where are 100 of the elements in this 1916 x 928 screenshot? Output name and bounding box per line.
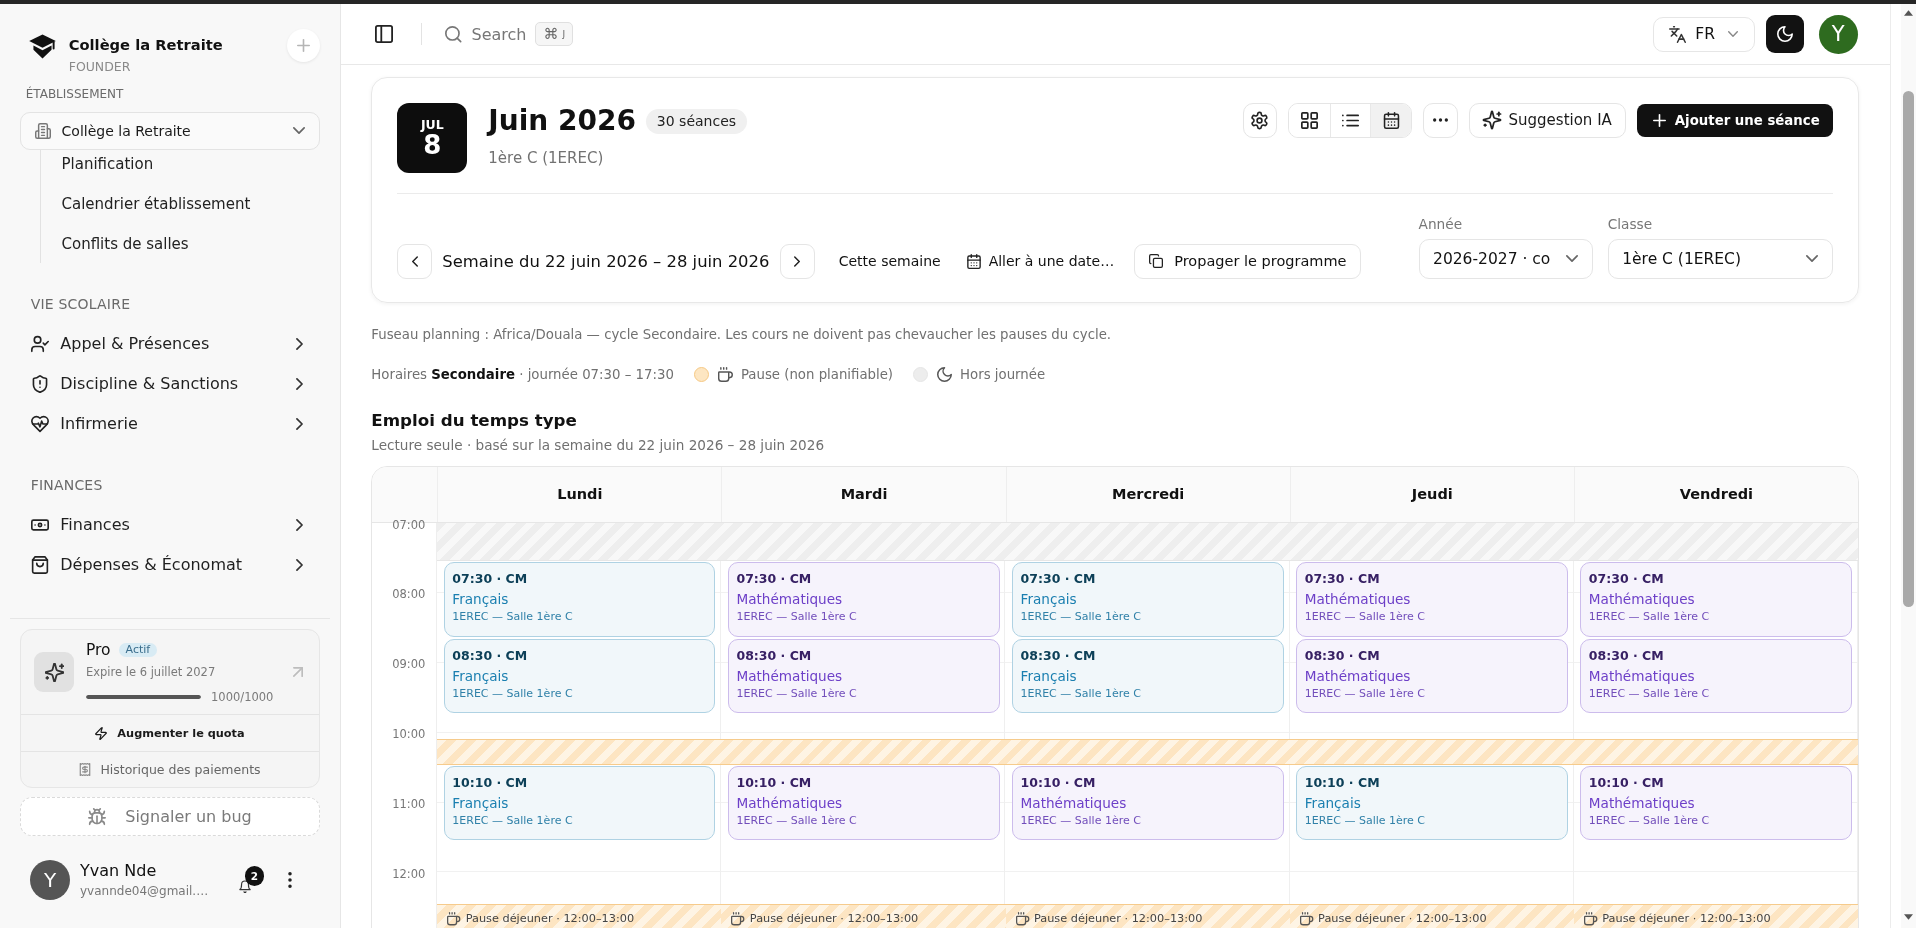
nav-link[interactable]: Calendrier établissement [61, 194, 320, 214]
go-to-date-button[interactable]: Aller à une date… [954, 244, 1127, 279]
class-name: 1ère C (1EREC) [488, 148, 605, 168]
time-label: 09:00 [392, 657, 426, 672]
search-button[interactable]: Search ⌘ J [445, 22, 574, 46]
day-header: Vendredi [1679, 486, 1754, 503]
lesson-subject: Français [452, 793, 510, 813]
sparkles-icon [1482, 111, 1501, 130]
plan-expiry: Expire le 6 juillet 2027 [86, 663, 217, 680]
lesson-time: 10:10 · CM [1304, 773, 1381, 792]
lesson-subject: Mathématiques [1588, 666, 1696, 686]
lunch-break-label: Pause déjeuner · 12:00–13:00 [1318, 911, 1487, 928]
more-icon [1432, 118, 1448, 123]
section-title: Emploi du temps type [371, 408, 578, 432]
section-label: ÉTABLISSEMENT [24, 85, 125, 102]
coffee-cup-icon [717, 367, 733, 383]
nav-item[interactable]: Finances [20, 504, 320, 545]
lesson-subject: Français [452, 590, 510, 610]
lunch-break-label: Pause déjeuner · 12:00–13:00 [1033, 911, 1203, 928]
day-header: Mercredi [1111, 486, 1185, 503]
add-session-button[interactable]: Ajouter une séance [1636, 103, 1833, 137]
report-bug-button[interactable]: Signaler un bug [20, 797, 320, 836]
chevron-down-icon [292, 127, 305, 135]
bug-icon [88, 807, 107, 826]
lesson-time: 07:30 · CM [452, 570, 529, 589]
section-label: VIE SCOLAIRE [29, 295, 132, 312]
legend-label: Hors journée [960, 365, 1046, 384]
this-week-button[interactable]: Cette semaine [826, 244, 953, 279]
nav-item[interactable]: Dépenses & Économat [20, 544, 320, 585]
status-badge: Actif [118, 642, 158, 657]
ai-suggestion-button[interactable]: Suggestion IA [1468, 103, 1626, 138]
lesson-subject: Mathématiques [1304, 666, 1412, 686]
nav-link[interactable]: Planification [61, 154, 320, 174]
lesson-room: 1EREC — Salle 1ère C [1588, 812, 1711, 829]
session-count-badge: 30 séances [645, 108, 748, 134]
scrollbar[interactable] [1901, 4, 1916, 928]
nav-link[interactable]: Conflits de salles [61, 234, 320, 254]
upgrade-button[interactable]: Augmenter le quota [21, 714, 319, 752]
time-label: 07:00 [392, 517, 426, 532]
calendar-icon [966, 253, 981, 269]
copy-icon [1149, 254, 1164, 269]
time-label: 08:00 [392, 587, 426, 602]
coffee-cup-icon [1299, 912, 1314, 926]
nav-item[interactable]: Infirmerie [20, 403, 320, 444]
settings-button[interactable] [1242, 103, 1278, 138]
payment-history-button[interactable]: Historique des paiements [21, 751, 319, 788]
lesson-subject: Français [1020, 666, 1078, 686]
school-select[interactable]: Collège la Retraite [20, 111, 320, 150]
keyboard-shortcut: ⌘ J [535, 22, 574, 46]
nav-item[interactable]: Discipline & Sanctions [20, 363, 320, 404]
time-label: 10:00 [392, 727, 426, 742]
lightning-icon [95, 726, 108, 740]
settings-icon [1251, 111, 1269, 129]
day-header: Jeudi [1411, 486, 1453, 503]
lesson-subject: Mathématiques [736, 590, 844, 610]
sidebar-toggle-button[interactable] [375, 25, 393, 43]
chevron-left-icon [411, 255, 418, 267]
swatch-icon [693, 367, 709, 383]
user-avatar[interactable]: Y [30, 859, 70, 900]
lesson-subject: Mathématiques [1304, 590, 1412, 610]
lesson-room: 1EREC — Salle 1ère C [452, 609, 574, 626]
lesson-subject: Mathématiques [1020, 793, 1128, 813]
chevron-down-icon [1805, 255, 1818, 263]
plus-icon [1652, 113, 1666, 127]
schedule-hours: Horaires Secondaire · journée 07:30 – 17:30 [371, 365, 674, 384]
notification-count: 2 [244, 866, 264, 886]
lesson-room: 1EREC — Salle 1ère C [1304, 812, 1427, 829]
receipt-icon [79, 763, 92, 777]
user-email: yvannde04@gmail.… [80, 882, 210, 900]
theme-toggle-button[interactable] [1765, 15, 1804, 53]
user-name: Yvan Nde [80, 859, 158, 882]
moon-icon [1776, 26, 1793, 42]
lesson-room: 1EREC — Salle 1ère C [452, 685, 574, 702]
calendar-view-tab[interactable] [1370, 104, 1411, 137]
notifications-button[interactable]: 2 [238, 866, 264, 894]
lesson-room: 1EREC — Salle 1ère C [1304, 609, 1427, 626]
filter-select[interactable]: 1ère C (1EREC) [1607, 239, 1833, 279]
day-header: Lundi [557, 486, 603, 503]
scrollbar-thumb[interactable] [1903, 91, 1914, 607]
filter-select[interactable]: 2026-2027 · co [1418, 239, 1593, 279]
language-icon [1669, 25, 1687, 43]
lesson-room: 1EREC — Salle 1ère C [1304, 685, 1427, 702]
lesson-time: 07:30 · CM [1588, 570, 1665, 589]
lesson-room: 1EREC — Salle 1ère C [1020, 609, 1142, 626]
nav-item[interactable]: Appel & Présences [20, 323, 320, 364]
lesson-subject: Français [1020, 590, 1078, 610]
lesson-room: 1EREC — Salle 1ère C [1588, 685, 1711, 702]
calendar-icon [1382, 111, 1400, 129]
timezone-note: Fuseau planning : Africa/Douala — cycle Secondaire. Les cours ne doivent pas chevaucher les pauses du cycle. [371, 325, 1113, 344]
lesson-time: 10:10 · CM [1020, 773, 1097, 792]
week-range: Semaine du 22 juin 2026 – 28 juin 2026 [442, 251, 770, 271]
lesson-subject: Mathématiques [1588, 793, 1696, 813]
user-avatar[interactable]: Y [1818, 14, 1858, 54]
plan-name: Pro [86, 640, 111, 659]
propagate-button[interactable]: Propager le programme [1134, 244, 1362, 279]
bell-icon [239, 881, 251, 894]
time-label: 12:00 [392, 867, 426, 881]
lunch-break-label: Pause déjeuner · 12:00–13:00 [749, 911, 919, 928]
chevron-right-icon [794, 255, 801, 267]
language-select[interactable]: FR [1653, 16, 1755, 52]
